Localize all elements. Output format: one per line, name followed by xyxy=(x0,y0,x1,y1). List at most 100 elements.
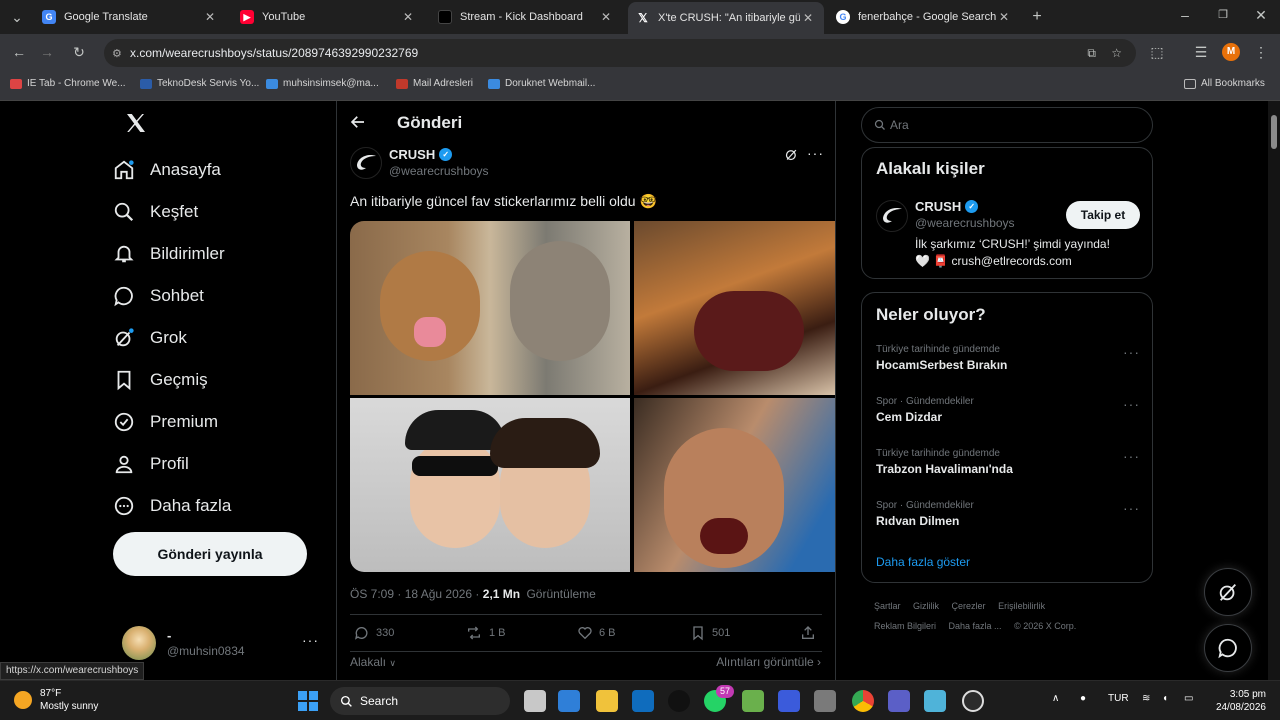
task-view-icon[interactable] xyxy=(524,690,546,712)
profile-avatar[interactable]: M xyxy=(1222,43,1240,61)
settings-app-icon[interactable] xyxy=(962,690,984,712)
close-icon[interactable]: ✕ xyxy=(996,10,1012,24)
site-info-icon[interactable]: ⚙ xyxy=(112,47,122,60)
follow-button[interactable]: Takip et xyxy=(1066,201,1140,229)
file-explorer-icon[interactable] xyxy=(596,690,618,712)
bookmark-doruknet[interactable]: Doruknet Webmail... xyxy=(488,78,595,89)
tab-google-translate[interactable]: G Google Translate ✕ xyxy=(34,4,226,30)
author-avatar[interactable] xyxy=(350,147,382,179)
battery-icon[interactable]: ▭ xyxy=(1184,693,1193,704)
back-icon[interactable]: ← xyxy=(10,43,28,61)
close-icon[interactable]: ✕ xyxy=(400,10,416,24)
dark-app-icon[interactable] xyxy=(668,690,690,712)
person-avatar[interactable] xyxy=(876,200,908,232)
footer-link[interactable]: Daha fazla ... xyxy=(949,621,1002,631)
scrollbar-thumb[interactable] xyxy=(1271,115,1277,149)
minimize-icon[interactable]: – xyxy=(1176,6,1194,24)
grok-explain-icon[interactable] xyxy=(784,147,800,163)
nav-more[interactable]: Daha fazla xyxy=(112,486,231,526)
taskbar-search[interactable]: Search xyxy=(330,687,510,715)
bookmark-button[interactable]: 501 xyxy=(690,625,730,641)
trend-item[interactable]: Türkiye tarihinde gündemde Trabzon Haval… xyxy=(876,448,1140,476)
tab-google-search[interactable]: G fenerbahçe - Google Search ✕ xyxy=(828,4,1020,30)
scrollbar[interactable] xyxy=(1268,101,1280,680)
extensions-icon[interactable]: ⬚ xyxy=(1148,43,1166,61)
nav-notifications[interactable]: Bildirimler xyxy=(112,234,225,274)
volume-icon[interactable]: ◖ xyxy=(1162,693,1168,704)
outlook-icon[interactable] xyxy=(632,690,654,712)
pen-app-icon[interactable] xyxy=(742,690,764,712)
widgets-app-icon[interactable] xyxy=(558,690,580,712)
footer-link[interactable]: Gizlilik xyxy=(913,601,939,611)
more-dots-icon[interactable]: ··· xyxy=(807,145,824,161)
x-logo[interactable] xyxy=(124,111,150,137)
chevron-up-icon[interactable]: ∧ xyxy=(1052,693,1059,704)
reload-icon[interactable]: ↻ xyxy=(70,43,88,61)
person-handle[interactable]: @wearecrushboys xyxy=(915,216,1015,230)
related-dropdown[interactable]: Alakalı ∨ xyxy=(350,655,396,669)
window-close-icon[interactable]: ✕ xyxy=(1252,6,1270,24)
bookmark-teknodesk[interactable]: TeknoDesk Servis Yo... xyxy=(140,78,259,89)
teams-icon[interactable] xyxy=(888,690,910,712)
new-tab-icon[interactable]: + xyxy=(1028,8,1046,26)
install-app-icon[interactable]: ⧉ xyxy=(1087,46,1096,61)
chrome-icon[interactable] xyxy=(852,690,874,712)
photo-boy-shout[interactable] xyxy=(634,398,835,572)
author-handle[interactable]: @wearecrushboys xyxy=(389,164,489,178)
microphone-icon[interactable]: ● xyxy=(1080,693,1086,704)
close-icon[interactable]: ✕ xyxy=(598,10,614,24)
author-name[interactable]: CRUSH ✓ xyxy=(389,147,453,162)
store-icon[interactable] xyxy=(814,690,836,712)
photo-dog-cat[interactable] xyxy=(350,221,630,395)
forward-icon[interactable]: → xyxy=(38,43,56,61)
nav-premium[interactable]: Premium xyxy=(112,402,218,442)
footer-link[interactable]: Reklam Bilgileri xyxy=(874,621,936,631)
trend-item[interactable]: Spor · Gündemdekiler Rıdvan Dilmen ··· xyxy=(876,500,1140,528)
close-icon[interactable]: ✕ xyxy=(202,10,218,24)
trend-item[interactable]: Türkiye tarihinde gündemde HocamıSerbest… xyxy=(876,344,1140,372)
post-button[interactable]: Gönderi yayınla xyxy=(113,532,307,576)
more-dots-icon[interactable]: ··· xyxy=(1123,448,1140,464)
more-dots-icon[interactable]: ··· xyxy=(1123,344,1140,360)
nav-explore[interactable]: Keşfet xyxy=(112,192,198,232)
trend-item[interactable]: Spor · Gündemdekiler Cem Dizdar ··· xyxy=(876,396,1140,424)
bookmark-mail-adresleri[interactable]: Mail Adresleri xyxy=(396,78,473,89)
bookmark-ie-tab[interactable]: IE Tab - Chrome We... xyxy=(10,78,126,89)
messages-float-button[interactable] xyxy=(1204,624,1252,672)
all-bookmarks[interactable]: All Bookmarks xyxy=(1184,78,1265,89)
account-switcher[interactable]: - @muhsin0834 ··· xyxy=(122,626,322,662)
share-button[interactable] xyxy=(800,625,822,641)
roo-app-icon[interactable] xyxy=(778,690,800,712)
more-dots-icon[interactable]: ··· xyxy=(1123,396,1140,412)
photo-two-boys[interactable] xyxy=(350,398,630,572)
tab-search-icon[interactable]: ⌄ xyxy=(8,8,26,26)
maximize-icon[interactable]: ❐ xyxy=(1214,6,1232,24)
nav-grok[interactable]: Grok xyxy=(112,318,187,358)
view-quotes-link[interactable]: Alıntıları görüntüle › xyxy=(716,655,821,669)
clock[interactable]: 3:05 pm 24/08/2026 xyxy=(1216,688,1266,714)
bookmark-star-icon[interactable]: ☆ xyxy=(1111,46,1122,60)
tab-x-post[interactable]: 𝕏 X'te CRUSH: "An itibariyle günc ✕ xyxy=(628,2,824,34)
post-time[interactable]: ÖS 7:09 · 18 Ağu 2026 · xyxy=(350,587,483,601)
weather-widget[interactable]: 87°F Mostly sunny xyxy=(14,687,98,713)
wifi-icon[interactable]: ≋ xyxy=(1142,693,1150,704)
grok-float-button[interactable] xyxy=(1204,568,1252,616)
show-more-link[interactable]: Daha fazla göster xyxy=(876,555,970,569)
close-icon[interactable]: ✕ xyxy=(800,11,816,25)
repost-button[interactable]: 1 B xyxy=(465,625,506,641)
notepad-icon[interactable] xyxy=(924,690,946,712)
footer-link[interactable]: Erişilebilirlik xyxy=(998,601,1045,611)
nav-bookmarks[interactable]: Geçmiş xyxy=(112,360,208,400)
start-icon[interactable] xyxy=(298,691,318,711)
back-arrow-icon[interactable] xyxy=(349,113,369,133)
person-name[interactable]: CRUSH ✓ xyxy=(915,199,979,214)
photo-dog-yawn[interactable] xyxy=(634,221,835,395)
language-indicator[interactable]: TUR xyxy=(1108,693,1129,704)
footer-link[interactable]: Çerezler xyxy=(952,601,986,611)
like-button[interactable]: 6 B xyxy=(577,625,616,641)
nav-chat[interactable]: Sohbet xyxy=(112,276,204,316)
footer-link[interactable]: Şartlar xyxy=(874,601,901,611)
bookmark-mail[interactable]: muhsinsimsek@ma... xyxy=(266,78,379,89)
menu-icon[interactable]: ⋮ xyxy=(1252,43,1270,61)
tab-youtube[interactable]: ▶ YouTube ✕ xyxy=(232,4,424,30)
